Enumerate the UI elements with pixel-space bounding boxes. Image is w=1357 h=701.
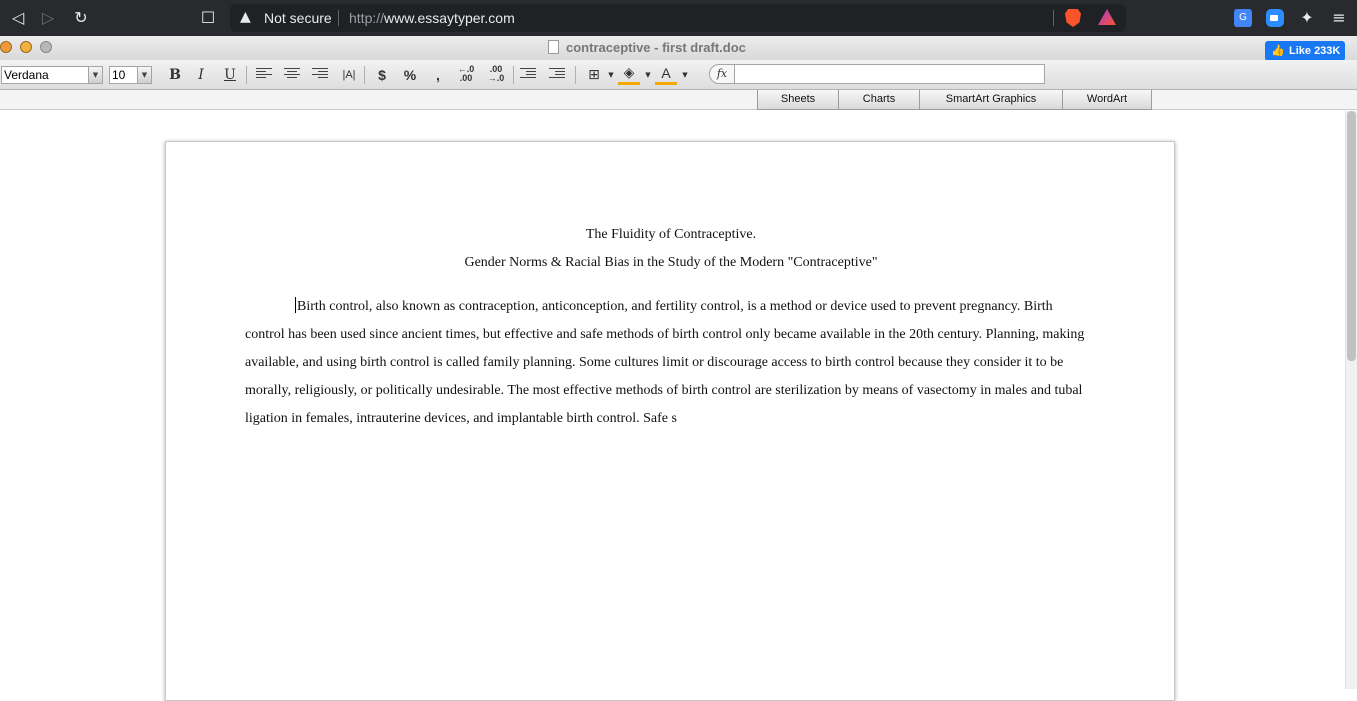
divider — [338, 10, 339, 26]
brave-shields-icon[interactable] — [1065, 9, 1081, 27]
ribbon-tabs: Sheets Charts SmartArt Graphics WordArt — [0, 90, 1357, 110]
font-family-value: Verdana — [4, 68, 49, 82]
toolbar-divider — [513, 66, 514, 84]
function-label[interactable]: fx — [709, 64, 735, 84]
address-bar[interactable]: ▲ Not secure http://www.essaytyper.com — [230, 4, 1126, 32]
url-text[interactable]: http://www.essaytyper.com — [349, 10, 515, 26]
document-body[interactable]: Birth control, also known as contracepti… — [245, 293, 1095, 433]
toolbar-divider — [246, 66, 247, 84]
increase-indent-icon[interactable] — [549, 68, 565, 81]
window-close-button[interactable] — [0, 41, 12, 53]
tab-charts[interactable]: Charts — [838, 90, 920, 110]
decrease-decimal-icon[interactable]: .00 →.0 — [485, 65, 507, 85]
document-title: contraceptive - first draft.doc — [566, 40, 746, 55]
align-left-icon[interactable] — [256, 68, 272, 81]
chevron-down-icon[interactable]: ▼ — [137, 67, 151, 83]
facebook-like-button[interactable]: Like 233K — [1265, 41, 1345, 61]
wrap-text-icon[interactable]: |A| — [338, 65, 360, 85]
toolbar-divider — [575, 66, 576, 84]
tab-wordart[interactable]: WordArt — [1062, 90, 1152, 110]
body-text: Birth control, also known as contracepti… — [245, 299, 1085, 426]
back-icon[interactable]: ◁ — [8, 8, 28, 28]
italic-button[interactable]: I — [190, 65, 212, 85]
toolbar-divider — [364, 66, 365, 84]
document-page[interactable]: The Fluidity of Contraceptive. Gender No… — [165, 141, 1175, 701]
warning-icon: ▲ — [240, 9, 251, 25]
underline-button[interactable]: U — [219, 65, 241, 85]
font-size-value: 10 — [112, 68, 126, 82]
percent-button[interactable]: % — [399, 65, 421, 85]
font-family-select[interactable]: Verdana ▼ — [1, 66, 103, 84]
forward-icon[interactable]: ▷ — [38, 8, 58, 28]
document-subheading: Gender Norms & Racial Bias in the Study … — [464, 255, 878, 270]
text-caret — [295, 297, 296, 313]
comma-button[interactable]: , — [427, 65, 449, 85]
increase-decimal-icon[interactable]: ←.0.00 — [455, 65, 477, 85]
reload-icon[interactable]: ↻ — [71, 8, 91, 28]
translate-icon[interactable]: G — [1234, 9, 1252, 27]
app-titlebar: contraceptive - first draft.doc — [0, 36, 1357, 60]
document-heading: The Fluidity of Contraceptive. — [585, 227, 757, 242]
document-icon — [548, 40, 559, 54]
scrollbar-thumb[interactable] — [1347, 111, 1356, 361]
bookmark-icon[interactable]: ☐ — [198, 8, 218, 28]
chevron-down-icon[interactable]: ▼ — [88, 67, 102, 83]
extensions-puzzle-icon[interactable]: ✦ — [1298, 9, 1316, 27]
divider — [1053, 10, 1054, 26]
brave-rewards-icon[interactable] — [1098, 9, 1116, 25]
window-minimize-button[interactable] — [20, 41, 32, 53]
security-label[interactable]: Not secure — [264, 10, 332, 26]
browser-toolbar: ◁ ▷ ↻ ☐ ▲ Not secure http://www.essaytyp… — [0, 0, 1357, 36]
window-maximize-button[interactable] — [40, 41, 52, 53]
formatting-toolbar: Verdana ▼ 10 ▼ B I U |A| $ % , ←.0.00 .0… — [0, 60, 1357, 90]
bold-button[interactable]: B — [164, 65, 186, 85]
chevron-down-icon[interactable]: ▼ — [674, 65, 696, 85]
currency-button[interactable]: $ — [371, 65, 393, 85]
tab-smartart-graphics[interactable]: SmartArt Graphics — [919, 90, 1063, 110]
zoom-extension-icon[interactable] — [1266, 9, 1284, 27]
formula-input[interactable] — [734, 64, 1045, 84]
font-size-select[interactable]: 10 ▼ — [109, 66, 152, 84]
align-center-icon[interactable] — [284, 68, 300, 81]
tab-sheets[interactable]: Sheets — [757, 90, 839, 110]
decrease-indent-icon[interactable] — [520, 68, 536, 81]
align-right-icon[interactable] — [312, 68, 328, 81]
vertical-scrollbar[interactable] — [1345, 111, 1357, 689]
browser-menu-icon[interactable]: ≡ — [1330, 9, 1348, 27]
